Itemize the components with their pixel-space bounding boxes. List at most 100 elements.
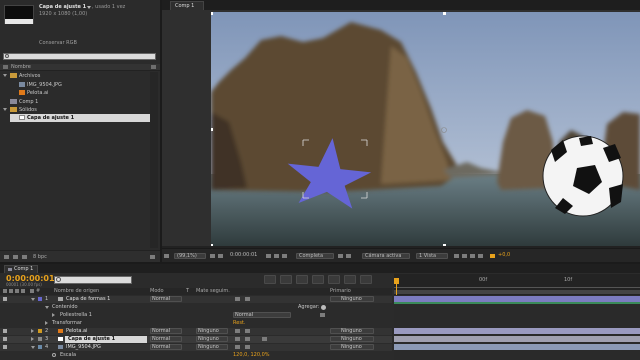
- graph-editor-button[interactable]: [344, 275, 356, 284]
- parent-dropdown[interactable]: Ninguno: [330, 336, 374, 342]
- parent-dropdown[interactable]: Ninguno: [330, 296, 374, 302]
- flowchart-icon[interactable]: [478, 254, 483, 258]
- eye-icon[interactable]: [3, 337, 7, 341]
- add-label[interactable]: Agregar:: [298, 305, 320, 310]
- layer-row[interactable]: 1 Capa de formas 1 Normal Ninguno: [0, 296, 392, 303]
- column-source-name[interactable]: Nombre de origen: [54, 289, 99, 294]
- property-row-transformar[interactable]: Transformar Rest.: [0, 320, 392, 327]
- zoom-dropdown[interactable]: (99,1%): [174, 253, 206, 259]
- fast-preview-icon[interactable]: [462, 254, 467, 258]
- shy-switch-icon[interactable]: [235, 329, 240, 333]
- tree-row-img[interactable]: IMG_9504.JPG: [0, 81, 150, 89]
- expand-icon[interactable]: [52, 313, 55, 317]
- comp-mini-flowchart-button[interactable]: [264, 275, 276, 284]
- column-track-matte[interactable]: Mate seguim.: [196, 289, 230, 294]
- bit-depth[interactable]: 8 bpc: [33, 255, 47, 260]
- shy-layers-button[interactable]: [296, 275, 308, 284]
- expand-icon[interactable]: [31, 346, 35, 349]
- always-preview-icon[interactable]: [164, 254, 169, 258]
- blend-mode-dropdown[interactable]: Normal: [233, 312, 291, 318]
- tree-row-comp[interactable]: Comp 1: [0, 98, 150, 106]
- channel-icon[interactable]: [282, 254, 287, 258]
- snapshot-icon[interactable]: [266, 254, 271, 258]
- camera-dropdown[interactable]: Cámara activa: [362, 253, 410, 259]
- eye-icon[interactable]: [3, 345, 7, 349]
- property-row-contenido[interactable]: Contenido Agregar:: [0, 304, 392, 311]
- resolution-dropdown[interactable]: Completa: [296, 253, 334, 259]
- pen-switch-icon[interactable]: [245, 337, 250, 341]
- frame-blending-button[interactable]: [312, 275, 324, 284]
- draft-3d-button[interactable]: [280, 275, 292, 284]
- pen-switch-icon[interactable]: [245, 297, 250, 301]
- viewer-timecode[interactable]: 0:00:00:01: [230, 253, 257, 258]
- parent-dropdown[interactable]: Ninguno: [330, 328, 374, 334]
- timeline-icon[interactable]: [470, 254, 475, 258]
- exposure-value[interactable]: +0,0: [498, 253, 510, 258]
- column-mode[interactable]: Modo: [150, 289, 164, 294]
- comp-scene[interactable]: [211, 12, 640, 246]
- soccer-ball[interactable]: [542, 135, 624, 217]
- expand-icon[interactable]: [45, 321, 48, 325]
- layer-name[interactable]: IMG_9504.JPG: [66, 345, 101, 350]
- layer-name[interactable]: Pelota.ai: [66, 329, 87, 334]
- column-parent[interactable]: Primario: [330, 289, 351, 294]
- trash-icon[interactable]: [150, 255, 155, 259]
- expand-icon[interactable]: [31, 337, 34, 341]
- stopwatch-icon[interactable]: [52, 353, 56, 357]
- layer-row[interactable]: 4 IMG_9504.JPG Normal Ninguno Ninguno: [0, 344, 392, 351]
- interpret-footage-icon[interactable]: [4, 255, 9, 259]
- eye-icon[interactable]: [3, 297, 7, 301]
- layer-name[interactable]: Capa de formas 1: [66, 297, 110, 302]
- layer-name[interactable]: Capa de ajuste 1: [68, 337, 115, 342]
- shy-switch-icon[interactable]: [235, 337, 240, 341]
- expand-icon[interactable]: [45, 306, 49, 309]
- search-input[interactable]: [3, 53, 156, 60]
- parent-dropdown[interactable]: Ninguno: [330, 344, 374, 350]
- transparency-grid-icon[interactable]: [346, 254, 351, 258]
- exposure-icon[interactable]: [490, 254, 495, 258]
- roi-icon[interactable]: [338, 254, 343, 258]
- expand-icon[interactable]: [31, 329, 34, 333]
- blend-mode-dropdown[interactable]: Normal: [150, 336, 182, 342]
- mask-icon[interactable]: [218, 254, 223, 258]
- layer-row[interactable]: 3 Capa de ajuste 1 Normal Ninguno Ningun…: [0, 336, 392, 343]
- layer-bar[interactable]: [394, 328, 640, 334]
- adjustment-layer-icon[interactable]: [262, 337, 267, 341]
- property-row-escala[interactable]: Escala 120,0, 120,0%: [0, 352, 392, 359]
- layer-row[interactable]: 2 Pelota.ai Normal Ninguno Ninguno: [0, 328, 392, 335]
- blend-mode-dropdown[interactable]: Normal: [150, 328, 182, 334]
- track-matte-dropdown[interactable]: Ninguno: [196, 344, 228, 350]
- label-color[interactable]: [38, 297, 42, 301]
- column-menu-icon[interactable]: [151, 65, 156, 69]
- eye-icon[interactable]: [3, 329, 7, 333]
- timeline-tab-comp1[interactable]: Comp 1: [4, 265, 38, 273]
- toggle-pixel-icon[interactable]: [454, 254, 459, 258]
- expand-icon[interactable]: [3, 74, 7, 77]
- time-ruler[interactable]: 00f 10f: [394, 274, 640, 295]
- layer-search-input[interactable]: [54, 276, 132, 284]
- new-comp-icon[interactable]: [22, 255, 27, 259]
- brainstorm-button[interactable]: [360, 275, 372, 284]
- pen-switch-icon[interactable]: [245, 329, 250, 333]
- expand-icon[interactable]: [3, 108, 7, 111]
- show-snapshot-icon[interactable]: [274, 254, 279, 258]
- expand-icon[interactable]: [31, 298, 35, 301]
- label-color[interactable]: [38, 345, 42, 349]
- add-icon[interactable]: [321, 305, 326, 310]
- label-color[interactable]: [38, 329, 42, 333]
- track-matte-dropdown[interactable]: Ninguno: [196, 336, 228, 342]
- label-color[interactable]: [38, 337, 42, 341]
- blend-mode-dropdown[interactable]: Normal: [150, 344, 182, 350]
- track-matte-dropdown[interactable]: Ninguno: [196, 328, 228, 334]
- grid-icon[interactable]: [210, 254, 215, 258]
- scale-value[interactable]: 120,0, 120,0%: [233, 353, 270, 358]
- tab-comp1[interactable]: Comp 1: [170, 1, 204, 10]
- tree-row-solidos[interactable]: Sólidos: [0, 106, 150, 114]
- motion-blur-button[interactable]: [328, 275, 340, 284]
- tree-row-pelota[interactable]: Pelota.ai: [0, 89, 150, 97]
- shy-switch-icon[interactable]: [235, 345, 240, 349]
- new-folder-icon[interactable]: [13, 255, 18, 259]
- chevron-down-icon[interactable]: [87, 6, 91, 9]
- work-area-bar[interactable]: [394, 290, 640, 294]
- blend-mode-dropdown[interactable]: Normal: [150, 296, 182, 302]
